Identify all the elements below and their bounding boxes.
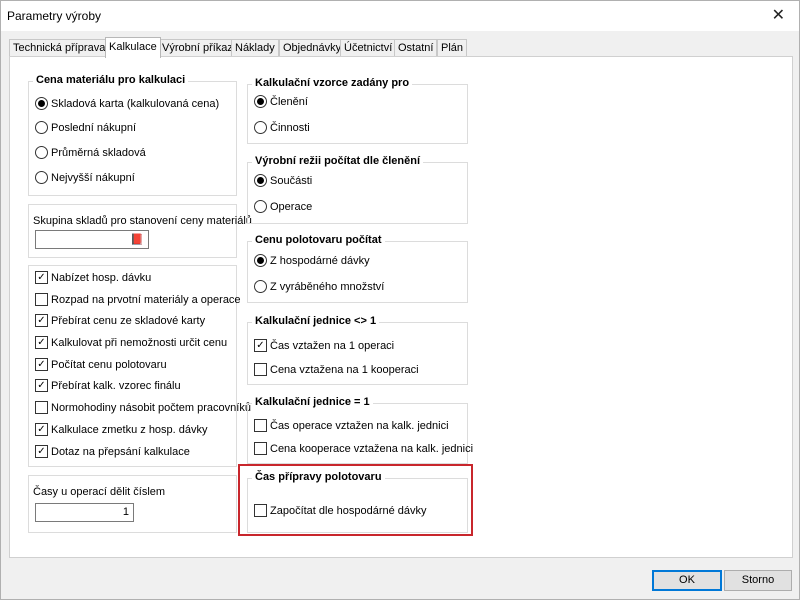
semi-price-group: Cenu polotovaru počítat Z hospodárné dáv… (247, 234, 468, 303)
tab-objednavky[interactable]: Objednávky (279, 39, 346, 57)
checkbox-icon: ✓ (35, 379, 48, 392)
time-divide-label: Časy u operací dělit číslem (33, 486, 166, 498)
radio-icon (254, 280, 267, 293)
check-cas-vztazen-operaci[interactable]: ✓ Čas vztažen na 1 operaci (254, 339, 394, 352)
unit-ne1-group: Kalkulační jednice <> 1 ✓ Čas vztažen na … (247, 315, 468, 385)
highlight-frame (238, 464, 473, 536)
check-rozpad[interactable]: Rozpad na prvotní materiály a operace (35, 293, 241, 306)
tab-ucetnictvi[interactable]: Účetnictví (340, 39, 397, 57)
tab-naklady[interactable]: Náklady (231, 39, 279, 57)
radio-skladova-karta[interactable]: Skladová karta (kalkulovaná cena) (35, 97, 219, 110)
material-price-group: Cena materiálu pro kalkulaci Skladová ka… (28, 74, 237, 196)
check-dotaz-prepsani[interactable]: ✓ Dotaz na přepsání kalkulace (35, 445, 190, 458)
time-divide-input[interactable]: 1 (35, 503, 134, 522)
ok-button[interactable]: OK (652, 570, 722, 591)
radio-icon (254, 121, 267, 134)
radio-cleneni[interactable]: Členění (254, 95, 308, 108)
radio-z-hospodarne-davky[interactable]: Z hospodárné dávky (254, 254, 370, 267)
radio-soucasti[interactable]: Součásti (254, 174, 312, 187)
checkbox-icon: ✓ (35, 336, 48, 349)
time-divide-group: Časy u operací dělit číslem 1 (28, 475, 237, 533)
check-normohodiny[interactable]: Normohodiny násobit počtem pracovníků (35, 401, 251, 414)
tab-technicka-priprava[interactable]: Technická příprava (9, 39, 110, 57)
radio-nejvyssi-nakupni[interactable]: Nejvyšší nákupní (35, 171, 135, 184)
radio-posledni-nakupni[interactable]: Poslední nákupní (35, 121, 136, 134)
material-price-title: Cena materiálu pro kalkulaci (33, 74, 189, 86)
unit-eq1-group: Kalkulační jednice = 1 Čas operace vztaž… (247, 396, 473, 464)
checkbox-icon (254, 363, 267, 376)
check-pocitat-cenu-polotovaru[interactable]: ✓ Počítat cenu polotovaru (35, 358, 167, 371)
check-nabizet-hosp-davku[interactable]: ✓ Nabízet hosp. dávku (35, 271, 151, 284)
window-title: Parametry výroby (7, 9, 102, 23)
checkbox-icon (35, 293, 48, 306)
tab-plan[interactable]: Plán (437, 39, 468, 57)
radio-icon (254, 200, 267, 213)
check-kalkulace-zmetku[interactable]: ✓ Kalkulace zmetku z hosp. dávky (35, 423, 208, 436)
checkbox-icon: ✓ (35, 358, 48, 371)
checkbox-icon: ✓ (35, 423, 48, 436)
radio-icon (35, 121, 48, 134)
check-kalkulovat[interactable]: ✓ Kalkulovat při nemožnosti určit cenu (35, 336, 227, 349)
radio-prumerna-skladova[interactable]: Průměrná skladová (35, 146, 146, 159)
tab-kalkulace[interactable]: Kalkulace (105, 37, 161, 58)
title-bar: Parametry výroby ✕ (1, 1, 799, 31)
radio-icon (35, 146, 48, 159)
radio-icon (254, 254, 267, 267)
unit-ne1-group-title: Kalkulační jednice <> 1 (252, 315, 380, 327)
semi-price-group-title: Cenu polotovaru počítat (252, 234, 385, 246)
radio-icon (254, 174, 267, 187)
check-prebirat-vzorec[interactable]: ✓ Přebírat kalk. vzorec finálu (35, 379, 181, 392)
tab-vyrobni-prikazy[interactable]: Výrobní příkazy (158, 39, 243, 57)
checkbox-icon: ✓ (35, 314, 48, 327)
check-cas-operace-kalk-jednici[interactable]: Čas operace vztažen na kalk. jednici (254, 419, 449, 432)
overhead-group: Výrobní režii počítat dle členění Součás… (247, 155, 468, 224)
radio-operace[interactable]: Operace (254, 200, 312, 213)
checkbox-icon (254, 442, 267, 455)
cancel-button[interactable]: Storno (724, 570, 792, 591)
book-icon[interactable]: 📕 (130, 233, 144, 246)
options-checks-group: ✓ Nabízet hosp. dávku Rozpad na prvotní m… (28, 265, 251, 467)
checkbox-icon (254, 419, 267, 432)
dialog-window: Parametry výroby ✕ Technická příprava Ka… (0, 0, 800, 600)
warehouse-group-box: Skupina skladů pro stanovení ceny materi… (28, 204, 252, 258)
checkbox-icon: ✓ (254, 339, 267, 352)
check-cena-vztazena-kooperaci[interactable]: Cena vztažena na 1 kooperaci (254, 363, 419, 376)
radio-cinnosti[interactable]: Činnosti (254, 121, 310, 134)
radio-z-vyrabeneho-mnozstvi[interactable]: Z vyráběného množství (254, 280, 384, 293)
radio-icon (35, 97, 48, 110)
checkbox-icon (35, 401, 48, 414)
radio-icon (254, 95, 267, 108)
radio-icon (35, 171, 48, 184)
unit-eq1-group-title: Kalkulační jednice = 1 (252, 396, 373, 408)
check-cena-kooperace-kalk-jednici[interactable]: Cena kooperace vztažena na kalk. jednici (254, 442, 473, 455)
formula-group: Kalkulační vzorce zadány pro Členění Čin… (247, 77, 468, 144)
checkbox-icon: ✓ (35, 271, 48, 284)
formula-group-title: Kalkulační vzorce zadány pro (252, 77, 413, 89)
overhead-group-title: Výrobní režii počítat dle členění (252, 155, 424, 167)
warehouse-group-label: Skupina skladů pro stanovení ceny materi… (33, 215, 252, 227)
close-icon[interactable]: ✕ (772, 5, 785, 25)
check-prebirat-cenu[interactable]: ✓ Přebírat cenu ze skladové karty (35, 314, 205, 327)
warehouse-group-input[interactable]: 📕 (35, 230, 149, 249)
checkbox-icon: ✓ (35, 445, 48, 458)
tab-ostatni[interactable]: Ostatní (394, 39, 438, 57)
